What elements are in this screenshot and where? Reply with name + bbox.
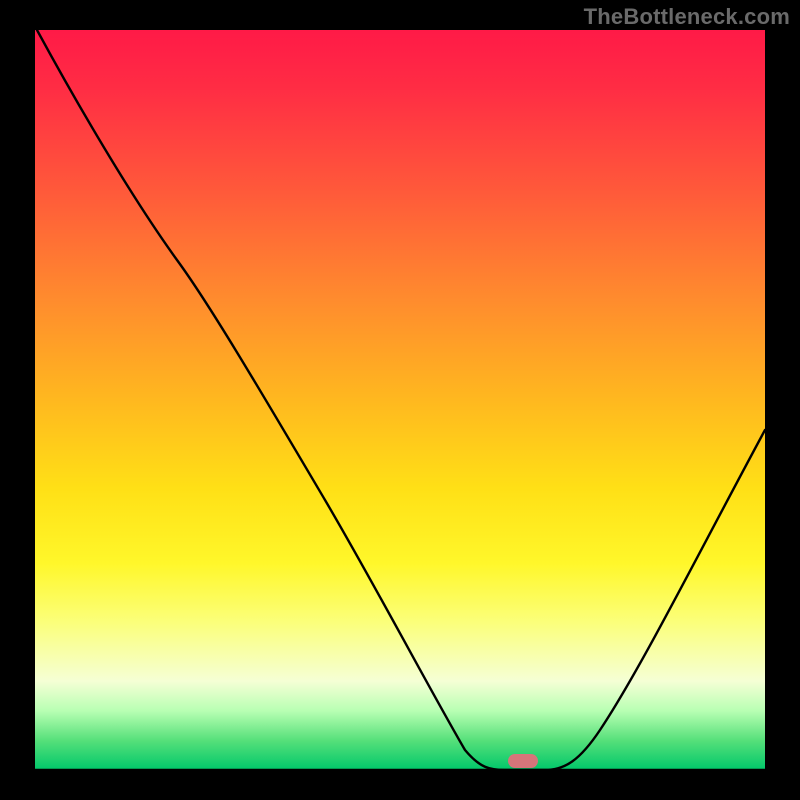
chart-frame: TheBottleneck.com bbox=[0, 0, 800, 800]
watermark-text: TheBottleneck.com bbox=[584, 4, 790, 30]
gradient-background bbox=[35, 30, 765, 770]
optimal-marker bbox=[508, 754, 538, 768]
